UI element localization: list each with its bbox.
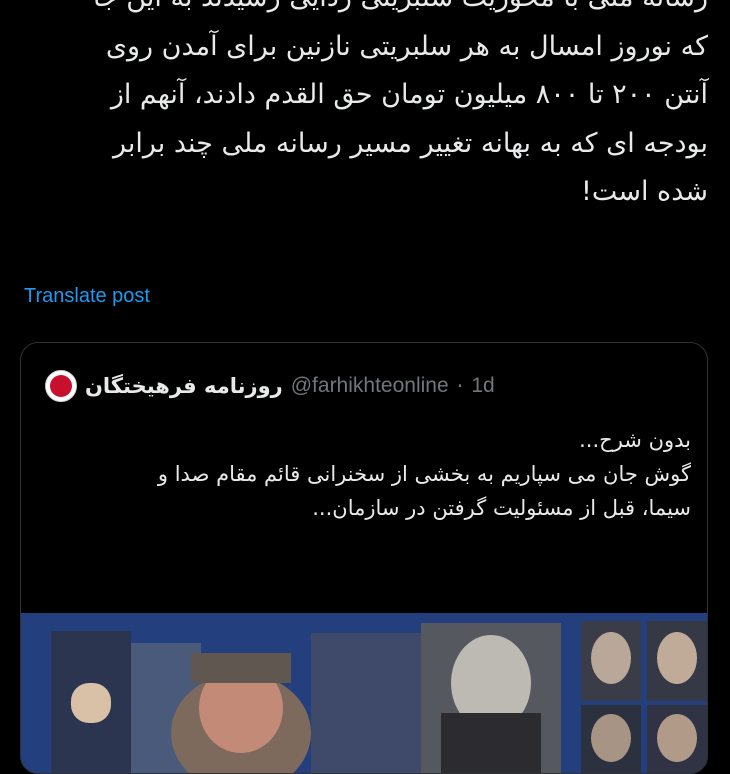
tweet-text-line: بودجه ای که به بهانه تغییر مسیر رسانه مل… <box>112 127 708 159</box>
quoted-video-thumbnail[interactable] <box>21 613 707 773</box>
quoted-text-line: سیما، قبل از مسئولیت گرفتن در سازمان... <box>312 496 691 520</box>
farhikhtegan-logo-icon[interactable] <box>45 370 77 402</box>
quoted-post-text: بدون شرح... گوش جان می سپاریم به بخشی از… <box>41 423 691 525</box>
quoted-author-name[interactable]: روزنامه فرهیختگان <box>85 374 283 398</box>
tweet-text: رسانه ملی با محوریت سلبریتی زدایی رسیدند… <box>20 0 708 217</box>
quoted-text-line: گوش جان می سپاریم به بخشی از سخنرانی قائ… <box>157 462 691 486</box>
quoted-post-timestamp[interactable]: 1d <box>471 374 494 398</box>
tweet-text-line: رسانه ملی با محوریت سلبریتی زدایی رسیدند… <box>20 0 708 23</box>
quoted-author-handle[interactable]: @farhikhteonline <box>291 374 449 398</box>
quoted-post-card[interactable]: روزنامه فرهیختگان @farhikhteonline · 1d … <box>20 342 708 774</box>
quoted-post-header: روزنامه فرهیختگان @farhikhteonline · 1d <box>45 367 495 405</box>
tweet-text-line: که نوروز امسال به هر سلبریتی نازنین برای… <box>105 30 708 62</box>
tweet-text-line: شده است! <box>581 176 708 207</box>
quoted-text-line: بدون شرح... <box>579 428 691 452</box>
tweet-text-line: آنتن ۲۰۰ تا ۸۰۰ میلیون تومان حق القدم دا… <box>110 79 708 110</box>
header-separator: · <box>456 374 464 398</box>
translate-post-link[interactable]: Translate post <box>24 285 150 308</box>
video-frame-graphic <box>21 613 707 773</box>
